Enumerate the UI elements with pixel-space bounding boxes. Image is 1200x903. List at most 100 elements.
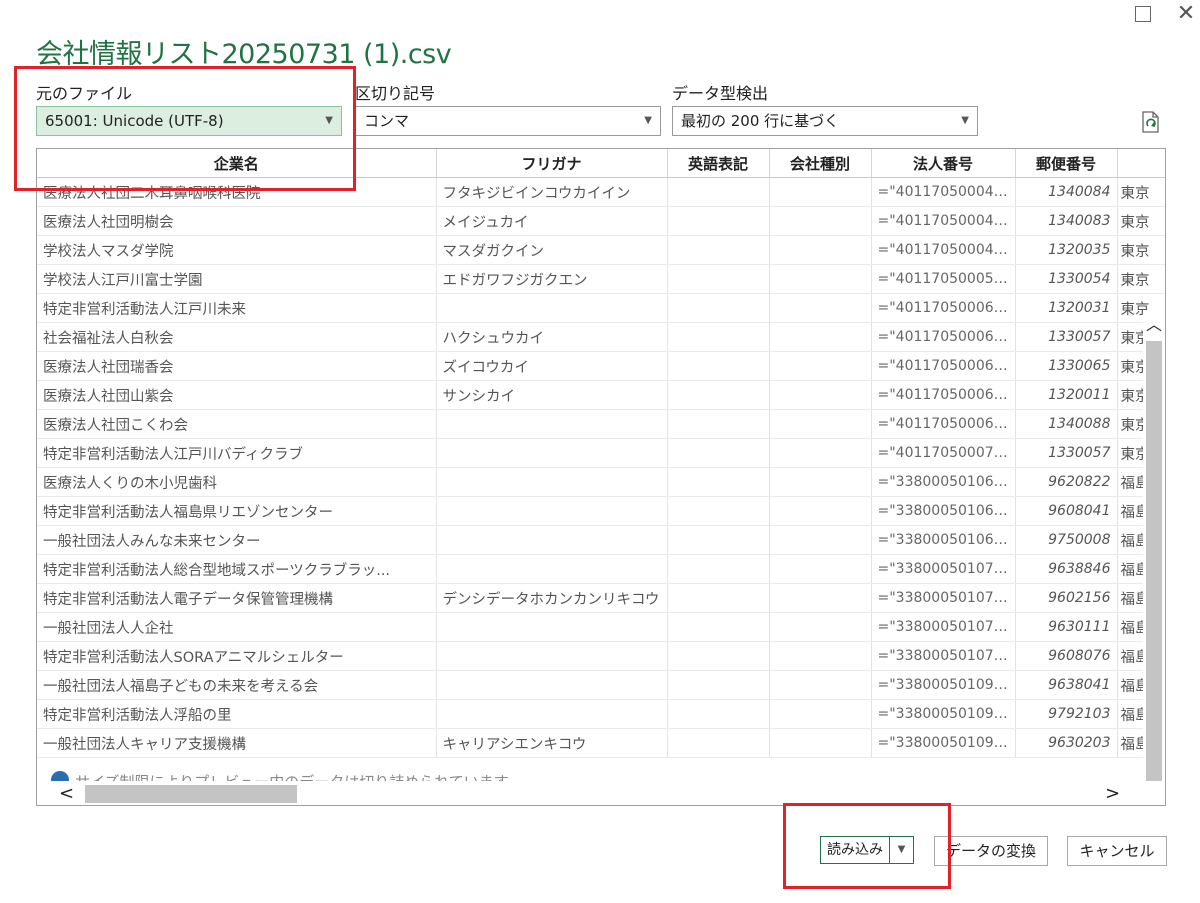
horizontal-scrollbar[interactable]: < > [37, 781, 1165, 805]
table-cell [769, 496, 872, 526]
column-header[interactable] [1117, 149, 1165, 178]
column-header[interactable]: 郵便番号 [1015, 149, 1118, 178]
table-row: 特定非営利活動法人江戸川バディクラブ ="4011705000718" 133005… [37, 438, 1165, 468]
scroll-left-icon[interactable]: < [59, 783, 74, 804]
table-cell: ="3380005010631" [871, 467, 1016, 497]
table-cell: ="3380005010945" [871, 728, 1016, 758]
column-header[interactable]: 会社種別 [769, 149, 872, 178]
table-cell [436, 699, 668, 729]
table-cell: ="3380005010706" [871, 554, 1016, 584]
table-header-row: 企業名 フリガナ 英語表記 会社種別 法人番号 郵便番号 [37, 149, 1165, 178]
table-cell [667, 235, 770, 265]
preview-truncation-note: サイズ制限によりプレビュー内のデータは切り詰められています。 [51, 771, 522, 781]
table-cell: 特定非営利活動法人SORAアニマルシェルター [37, 641, 437, 671]
table-cell [436, 438, 668, 468]
table-cell: 9750008 [1015, 525, 1118, 555]
column-header[interactable]: フリガナ [436, 149, 668, 178]
table-cell: 学校法人江戸川富士学園 [37, 264, 437, 294]
table-cell [436, 554, 668, 584]
table-cell [769, 177, 872, 207]
table-cell: 1340084 [1015, 177, 1118, 207]
column-header[interactable]: 企業名 [37, 149, 437, 178]
table-cell [769, 351, 872, 381]
delimiter-dropdown[interactable]: コンマ ▼ [355, 106, 661, 136]
table-cell [436, 612, 668, 642]
preview-grid[interactable]: 企業名 フリガナ 英語表記 会社種別 法人番号 郵便番号 医療法人社団二木耳鼻咽喉科医院フ… [36, 148, 1166, 806]
table-cell: ="3380005010689" [871, 525, 1016, 555]
table-cell [667, 351, 770, 381]
table-cell: ="4011705000643" [871, 351, 1016, 381]
refresh-icon[interactable] [1140, 110, 1162, 134]
table-cell: 9608076 [1015, 641, 1118, 671]
table-cell: 9630203 [1015, 728, 1118, 758]
table-cell: 特定非営利活動法人電子データ保管管理機構 [37, 583, 437, 613]
detect-label: データ型検出 [672, 84, 769, 103]
table-cell: ="4011705000619" [871, 322, 1016, 352]
column-header[interactable]: 法人番号 [871, 149, 1016, 178]
scroll-right-icon[interactable]: > [1105, 783, 1120, 804]
table-row: 学校法人マスダ学院 マスダガクイン ="4011705000494" 1320035 東… [37, 235, 1165, 265]
chevron-down-icon[interactable]: ▼ [890, 836, 914, 864]
vertical-scrollbar[interactable]: ︿ ﹀ [1143, 311, 1165, 805]
table-cell [667, 177, 770, 207]
table-cell [769, 438, 872, 468]
table-cell [667, 728, 770, 758]
close-button[interactable]: ✕ [1174, 2, 1198, 26]
origin-dropdown[interactable]: 65001: Unicode (UTF-8) ▼ [36, 106, 342, 136]
table-cell [667, 525, 770, 555]
table-cell: 1340088 [1015, 409, 1118, 439]
table-cell: 1320011 [1015, 380, 1118, 410]
table-cell: デンシデータホカンカンリキコウ [436, 583, 668, 613]
table-cell [667, 670, 770, 700]
table-cell: 学校法人マスダ学院 [37, 235, 437, 265]
column-header[interactable]: 英語表記 [667, 149, 770, 178]
table-cell: 9792103 [1015, 699, 1118, 729]
table-cell: エドガワフジガクエン [436, 264, 668, 294]
maximize-button[interactable] [1131, 2, 1155, 26]
info-icon [51, 771, 69, 781]
table-cell [667, 409, 770, 439]
table-cell: サンシカイ [436, 380, 668, 410]
table-row: 特定非営利活動法人浮船の里 ="3380005010929" 9792103 福島 [37, 699, 1165, 729]
table-cell [436, 641, 668, 671]
table-row: 医療法人社団明樹会 メイジュカイ ="4011705000478" 1340083 東京 [37, 206, 1165, 236]
table-cell [769, 525, 872, 555]
scroll-up-icon[interactable]: ︿ [1145, 311, 1163, 335]
table-cell: ="4011705000602" [871, 293, 1016, 323]
vertical-scroll-thumb[interactable] [1146, 341, 1162, 805]
table-cell: 一般社団法人福島子どもの未来を考える会 [37, 670, 437, 700]
table-cell [769, 409, 872, 439]
table-cell [769, 612, 872, 642]
cancel-button[interactable]: キャンセル [1067, 836, 1167, 866]
table-cell [769, 467, 872, 497]
transform-data-button[interactable]: データの変換 [934, 836, 1048, 866]
table-row: 一般社団法人福島子どもの未来を考える会 ="3380005010920" 96380… [37, 670, 1165, 700]
table-row: 一般社団法人みんな未来センター ="3380005010689" 9750008 福島 [37, 525, 1165, 555]
table-row: 特定非営利活動法人江戸川未来 ="4011705000602" 1320031 東京 [37, 293, 1165, 323]
table-row: 特定非営利活動法人福島県リエゾンセンター ="3380005010672" 9608… [37, 496, 1165, 526]
table-cell [667, 583, 770, 613]
table-cell [667, 438, 770, 468]
chevron-down-icon: ▼ [325, 115, 333, 126]
table-cell: 医療法人社団こくわ会 [37, 409, 437, 439]
maximize-icon [1135, 6, 1151, 22]
table-cell [769, 264, 872, 294]
load-split-button[interactable]: 読み込み ▼ [820, 836, 914, 864]
table-cell [667, 641, 770, 671]
table-row: 一般社団法人キャリア支援機構 キャリアシエンキコウ ="3380005010945"… [37, 728, 1165, 758]
table-cell: 1330065 [1015, 351, 1118, 381]
table-row: 医療法人社団二木耳鼻咽喉科医院 フタキジビインコウカイイン ="4011705000… [37, 177, 1165, 207]
table-row: 一般社団法人人企社 ="3380005010763" 9630111 福島 [37, 612, 1165, 642]
table-cell [769, 583, 872, 613]
table-cell: 1330057 [1015, 322, 1118, 352]
table-cell [667, 322, 770, 352]
detect-dropdown[interactable]: 最初の 200 行に基づく ▼ [672, 106, 978, 136]
table-cell: メイジュカイ [436, 206, 668, 236]
load-button[interactable]: 読み込み [820, 836, 890, 864]
table-cell: 特定非営利活動法人江戸川未来 [37, 293, 437, 323]
table-cell [667, 612, 770, 642]
table-cell [769, 699, 872, 729]
horizontal-scroll-thumb[interactable] [85, 785, 297, 803]
table-cell: 医療法人社団山紫会 [37, 380, 437, 410]
table-cell: 特定非営利活動法人福島県リエゾンセンター [37, 496, 437, 526]
